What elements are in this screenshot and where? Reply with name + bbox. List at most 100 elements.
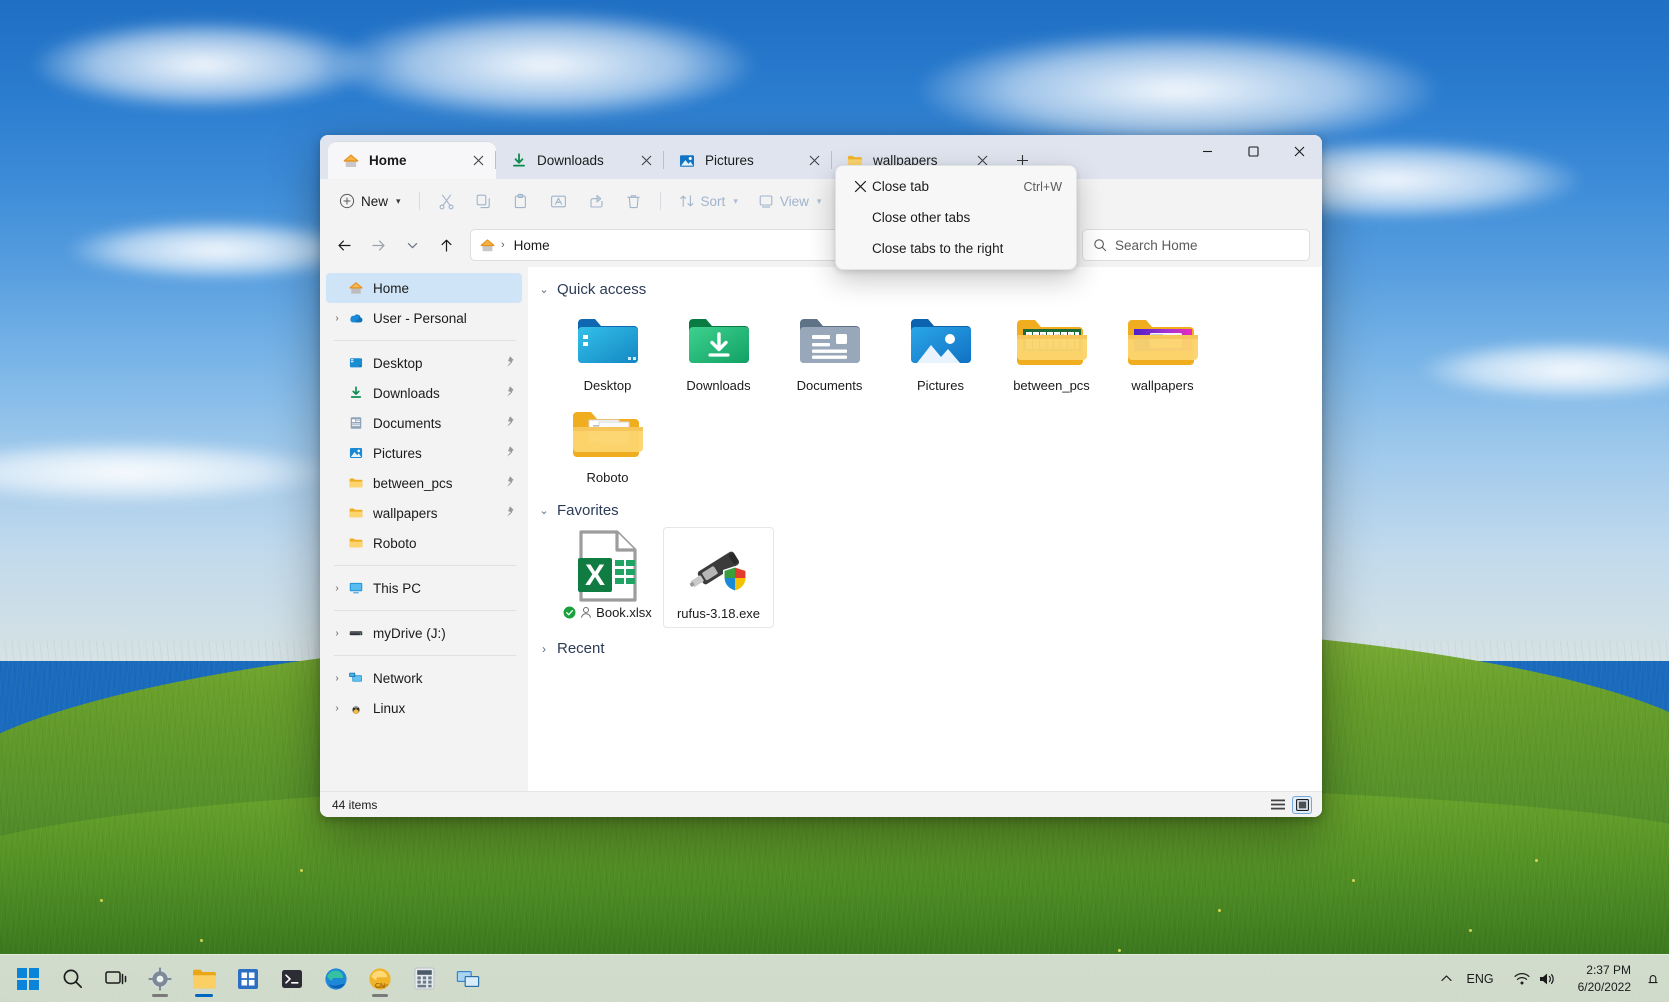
maximize-button[interactable] <box>1230 135 1276 167</box>
sidebar-item-roboto[interactable]: Roboto <box>326 528 522 558</box>
sidebar-item-desktop[interactable]: Desktop <box>326 348 522 378</box>
file-explorer-app[interactable] <box>184 959 224 999</box>
search-button[interactable] <box>52 959 92 999</box>
expand-chevron-icon[interactable]: › <box>326 628 348 639</box>
quick-access-item-documents[interactable]: Documents <box>774 308 885 400</box>
expand-chevron-icon[interactable]: › <box>326 673 348 684</box>
pin-icon[interactable] <box>502 505 516 521</box>
tab-home[interactable]: Home <box>328 142 496 179</box>
remote-desktop-app[interactable] <box>448 959 488 999</box>
chevron-down-icon: ⌄ <box>538 504 550 517</box>
minimize-button[interactable] <box>1184 135 1230 167</box>
close-window-button[interactable] <box>1276 135 1322 167</box>
folder-icon <box>192 968 217 990</box>
clock[interactable]: 2:37 PM 6/20/2022 <box>1568 961 1641 997</box>
sort-button[interactable]: Sort ▾ <box>670 185 747 217</box>
trash-icon <box>625 193 642 210</box>
quick-access-item-roboto[interactable]: Roboto <box>552 400 663 492</box>
language-indicator[interactable]: ENG <box>1459 961 1502 997</box>
taskbar-apps: CN <box>0 959 488 999</box>
group-header-recent[interactable]: › Recent <box>528 636 1322 661</box>
tab-close-button[interactable] <box>466 149 490 173</box>
edge-canary-app[interactable]: CN <box>360 959 400 999</box>
details-view-button[interactable] <box>1268 796 1288 814</box>
breadcrumb-separator: › <box>500 239 506 251</box>
sidebar-item-user-personal[interactable]: › User - Personal <box>326 303 522 333</box>
sidebar-item-network[interactable]: › Network <box>326 663 522 693</box>
sidebar-item-documents[interactable]: Documents <box>326 408 522 438</box>
context-menu-item-close-tab[interactable]: Close tab Ctrl+W <box>840 171 1072 202</box>
expand-chevron-icon[interactable]: › <box>326 313 348 324</box>
quick-access-item-wallpapers[interactable]: wallpapers <box>1107 308 1218 400</box>
favorite-item-book-xlsx[interactable]: X <box>552 527 663 628</box>
pin-icon[interactable] <box>502 355 516 371</box>
terminal-app[interactable] <box>272 959 312 999</box>
group-header-quick-access[interactable]: ⌄ Quick access <box>528 277 1322 302</box>
sidebar-item-label: Downloads <box>373 386 502 401</box>
pin-icon[interactable] <box>502 415 516 431</box>
sidebar-item-mydrive[interactable]: › myDrive (J:) <box>326 618 522 648</box>
quick-access-item-downloads[interactable]: Downloads <box>663 308 774 400</box>
forward-button[interactable] <box>362 229 394 261</box>
tab-pictures[interactable]: Pictures <box>664 142 832 179</box>
tab-context-menu[interactable]: Close tab Ctrl+W Close other tabs Close … <box>835 165 1077 270</box>
new-button[interactable]: New ▾ <box>330 185 410 217</box>
sidebar-item-downloads[interactable]: Downloads <box>326 378 522 408</box>
file-list-pane[interactable]: ⌄ Quick access <box>528 267 1322 791</box>
notifications-button[interactable] <box>1645 961 1661 997</box>
expand-chevron-icon[interactable]: › <box>326 583 348 594</box>
settings-app[interactable] <box>140 959 180 999</box>
store-app[interactable] <box>228 959 268 999</box>
back-button[interactable] <box>328 229 360 261</box>
file-explorer-window[interactable]: Home Downloads <box>320 135 1322 817</box>
calculator-app[interactable] <box>404 959 444 999</box>
sidebar-item-pictures[interactable]: Pictures <box>326 438 522 468</box>
recent-locations-button[interactable] <box>396 229 428 261</box>
sidebar-item-label: This PC <box>373 581 502 596</box>
tray-status-icons[interactable] <box>1506 961 1564 997</box>
copy-button[interactable] <box>466 185 501 217</box>
volume-icon <box>1539 972 1556 986</box>
share-button[interactable] <box>579 185 614 217</box>
navigation-pane: Home › User - Personal <box>320 267 528 791</box>
context-menu-item-close-other-tabs[interactable]: Close other tabs <box>840 202 1072 233</box>
tab-close-button[interactable] <box>802 149 826 173</box>
large-icons-view-button[interactable] <box>1292 796 1312 814</box>
search-icon <box>62 968 83 989</box>
sidebar-item-between_pcs[interactable]: between_pcs <box>326 468 522 498</box>
tab-close-button[interactable] <box>634 149 658 173</box>
quick-access-label: Documents <box>797 378 863 393</box>
rename-button[interactable] <box>540 185 577 217</box>
up-button[interactable] <box>430 229 462 261</box>
pictures-icon <box>348 445 364 461</box>
sidebar-item-label: Network <box>373 671 502 686</box>
paste-button[interactable] <box>503 185 538 217</box>
sidebar-item-this-pc[interactable]: › This PC <box>326 573 522 603</box>
favorite-item-rufus-exe[interactable]: rufus-3.18.exe <box>663 527 774 628</box>
start-button[interactable] <box>8 959 48 999</box>
pin-icon[interactable] <box>502 475 516 491</box>
delete-button[interactable] <box>616 185 651 217</box>
quick-access-item-between_pcs[interactable]: AKQJ 1098 between_pcs <box>996 308 1107 400</box>
search-box[interactable]: Search Home <box>1082 229 1310 261</box>
notification-bell-icon <box>1646 972 1660 986</box>
sidebar-item-wallpapers[interactable]: wallpapers <box>326 498 522 528</box>
quick-access-item-desktop[interactable]: Desktop <box>552 308 663 400</box>
view-button[interactable]: View ▾ <box>749 185 831 217</box>
sidebar-item-home[interactable]: Home <box>326 273 522 303</box>
show-hidden-icons-button[interactable] <box>1439 961 1455 997</box>
cut-button[interactable] <box>429 185 464 217</box>
tab-label: Home <box>369 153 457 168</box>
expand-chevron-icon[interactable]: › <box>326 703 348 714</box>
pin-icon[interactable] <box>502 385 516 401</box>
task-view-button[interactable] <box>96 959 136 999</box>
sidebar-item-linux[interactable]: › Linux <box>326 693 522 723</box>
sidebar-item-label: Desktop <box>373 356 502 371</box>
edge-app[interactable] <box>316 959 356 999</box>
quick-access-item-pictures[interactable]: Pictures <box>885 308 996 400</box>
group-header-favorites[interactable]: ⌄ Favorites <box>528 498 1322 523</box>
tab-downloads[interactable]: Downloads <box>496 142 664 179</box>
breadcrumb-home[interactable]: Home <box>508 236 556 255</box>
pin-icon[interactable] <box>502 445 516 461</box>
context-menu-item-close-tabs-to-the-right[interactable]: Close tabs to the right <box>840 233 1072 264</box>
